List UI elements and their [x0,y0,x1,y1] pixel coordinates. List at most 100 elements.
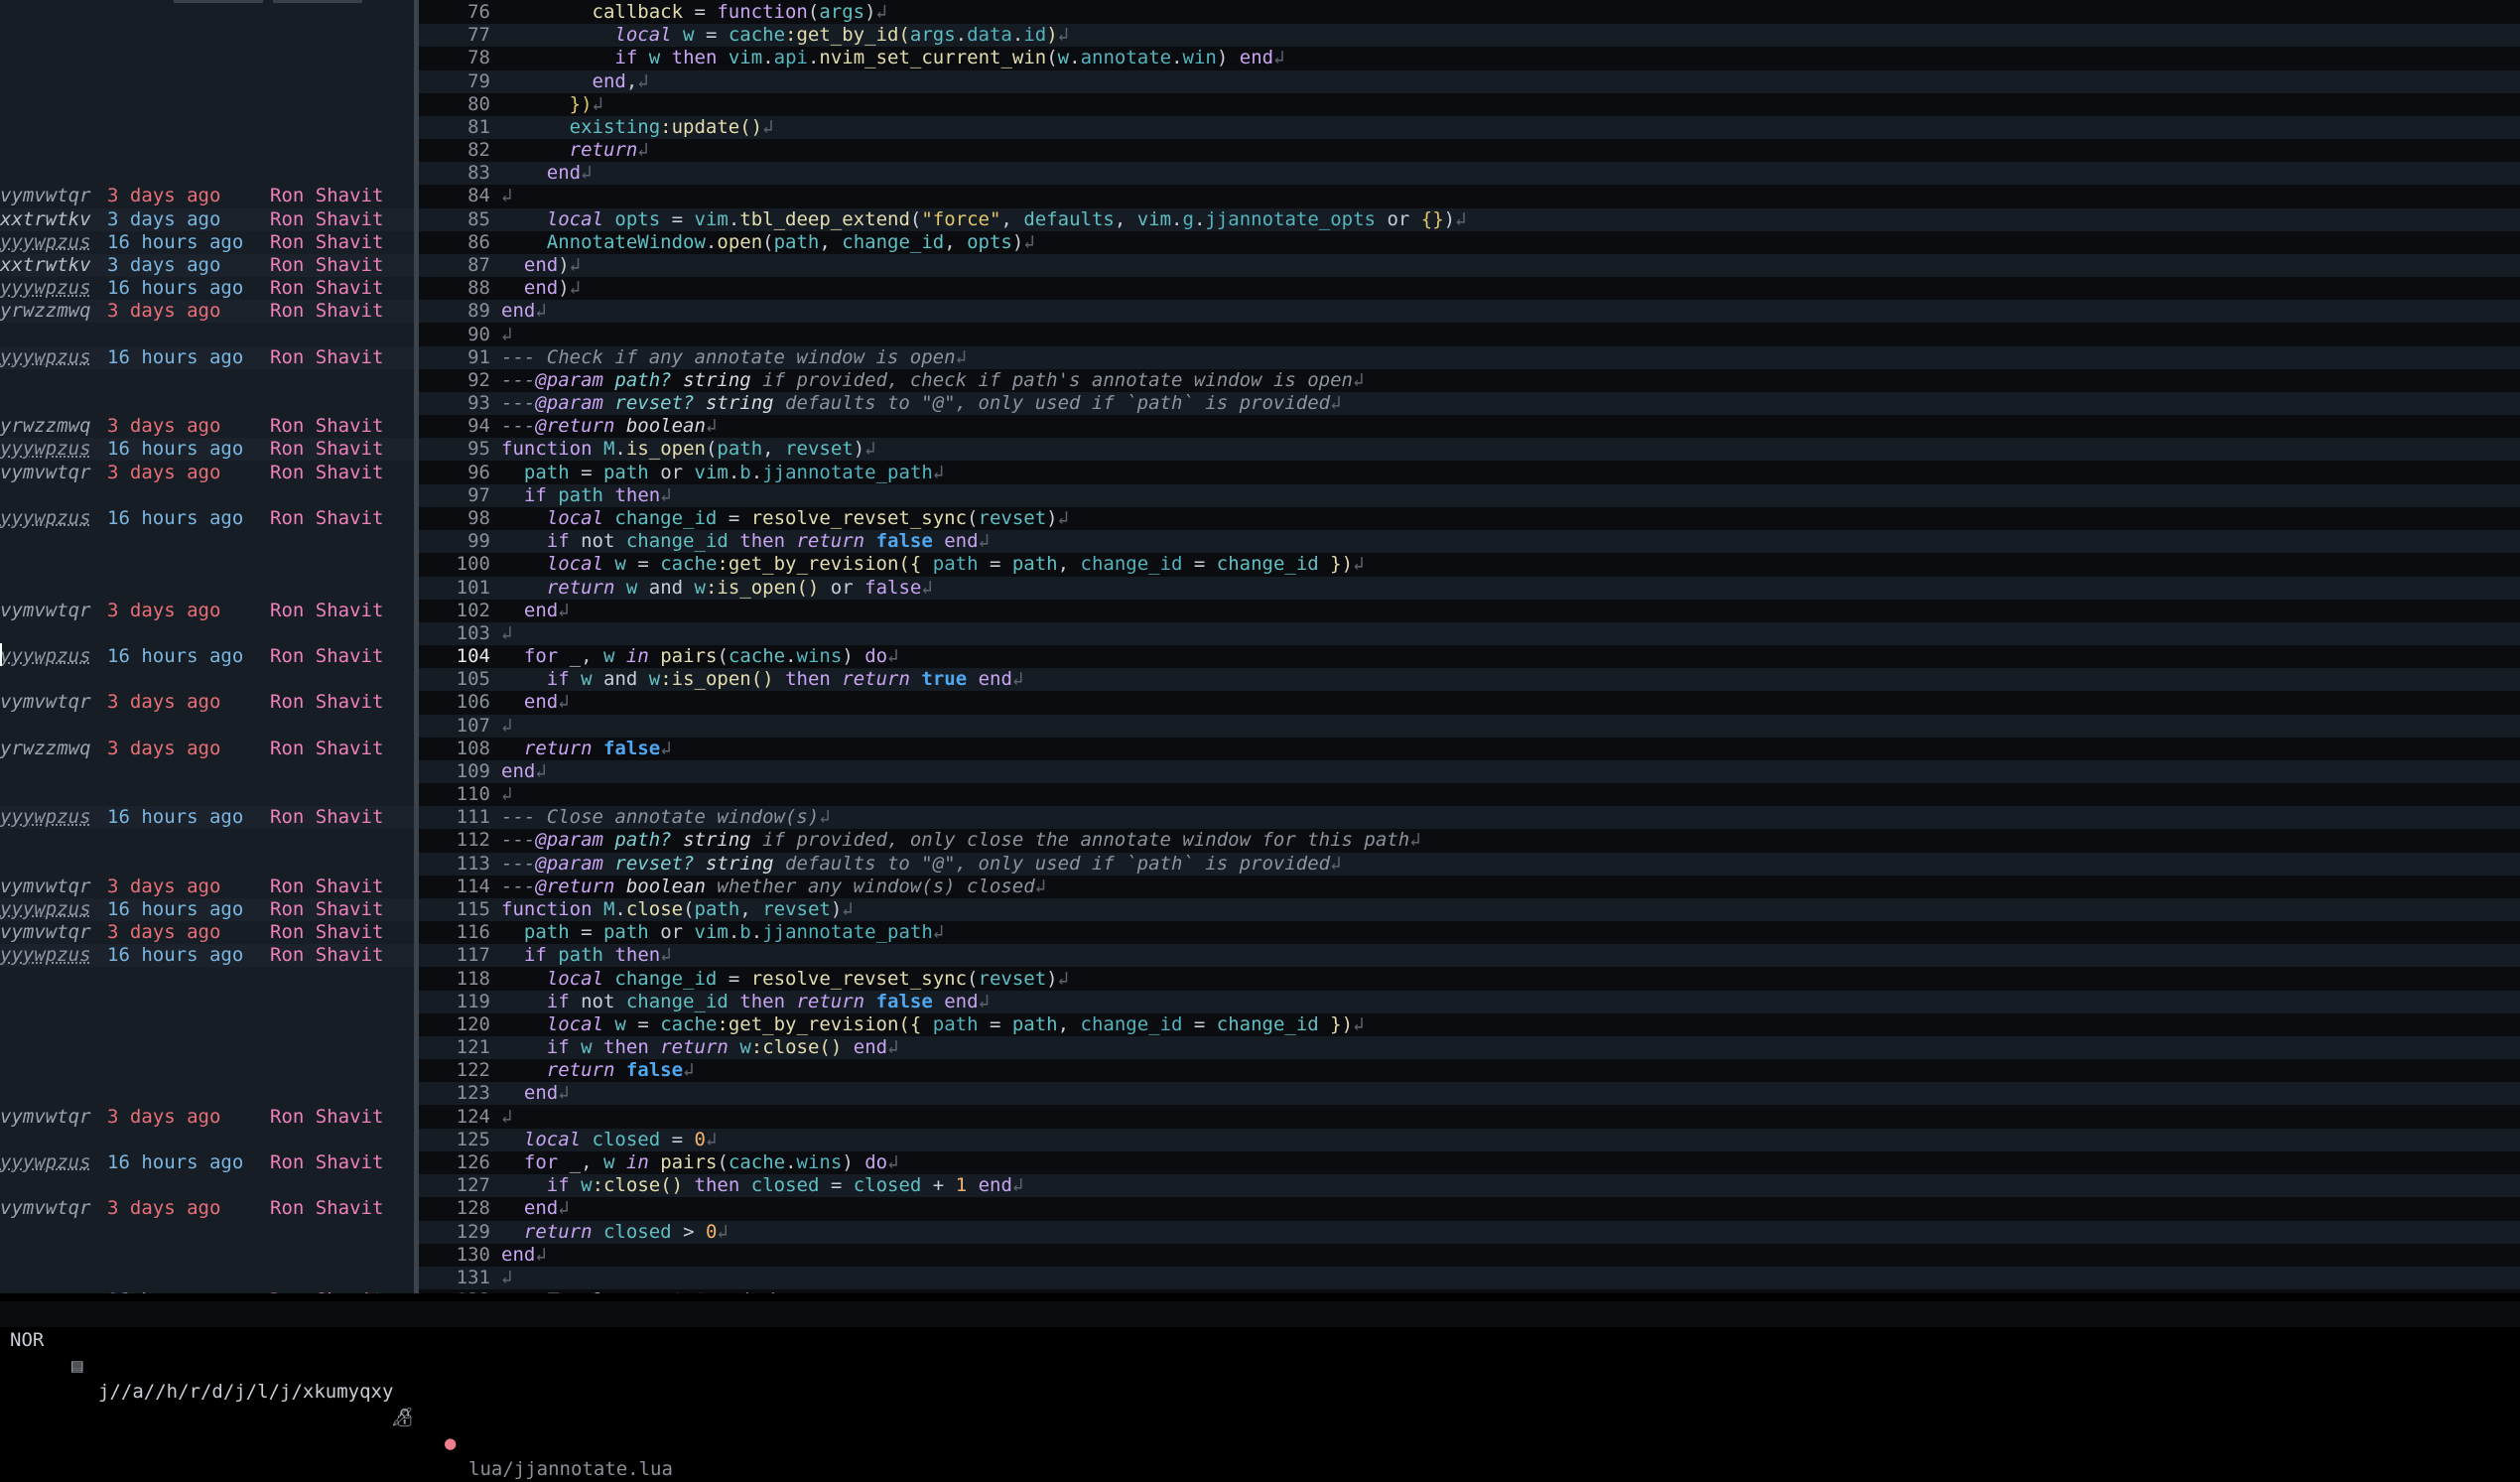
code-line[interactable]: 84 ↲ [419,185,2520,207]
code-line[interactable]: 118 local change_id = resolve_revset_syn… [419,968,2520,991]
code-line[interactable]: 122 return false↲ [419,1059,2520,1082]
code-line[interactable]: 129 return closed > 0↲ [419,1220,2520,1244]
code-token: closed [592,1128,661,1150]
annotation-pane[interactable]: vymvwtqr 3 days ago Ron Shavit xxtrwtkv 3 da… [0,0,414,1293]
code-line[interactable]: 119 if not change_id then return false e… [419,990,2520,1013]
code-line[interactable]: 96 path = path or vim.b.jjannotate_path↲ [419,462,2520,484]
code-line[interactable]: 95 function M.is_open(path, revset)↲ [419,438,2520,462]
code-line[interactable]: 93 ---@param revset? string defaults to "… [419,392,2520,416]
newline-marker: ↲ [955,345,968,368]
code-line[interactable]: 100 local w = cache:get_by_revision({ pa… [419,553,2520,576]
commit-age: 3 days ago [107,875,221,897]
newline-marker: ↲ [1353,553,1365,576]
annotation-row[interactable]: yyywpzus 16 hours ago Ron Shavit [0,898,414,922]
line-number: 106 [456,691,490,714]
code-line[interactable]: 103 ↲ [419,621,2520,645]
code-line[interactable]: 105 if w and w:is_open() then return tru… [419,668,2520,692]
code-line[interactable]: 91 --- Check if any annotate window is op… [419,345,2520,369]
annotation-row[interactable]: yyywpzus 16 hours ago Ron Shavit [0,438,414,462]
annotation-row[interactable]: yrwzzmwq 3 days ago Ron Shavit [0,300,414,324]
code-line[interactable]: 131 ↲ [419,1266,2520,1289]
code-line[interactable]: 107 ↲ [419,714,2520,738]
code-line[interactable]: 82 return↲ [419,139,2520,162]
code-line[interactable]: 117 if path then↲ [419,944,2520,968]
code-line[interactable]: 104 for _, w in pairs(cache.wins) do↲ [419,645,2520,668]
line-number: 129 [456,1220,490,1243]
annotation-row[interactable]: xxtrwtkv 3 days ago Ron Shavit [0,207,414,231]
annotation-row[interactable]: yyywpzus 16 hours ago Ron Shavit [0,507,414,530]
annotation-row[interactable]: yrwzzmwq 3 days ago Ron Shavit [0,415,414,438]
line-number: 107 [456,714,490,737]
annotation-row[interactable]: yyywpzus 16 hours ago Ron Shavit [0,645,414,668]
code-line[interactable]: 116 path = path or vim.b.jjannotate_path… [419,921,2520,944]
code-line[interactable]: 114 ---@return boolean whether any window… [419,876,2520,898]
annotation-row[interactable]: yyywpzus 16 hours ago Ron Shavit [0,944,414,968]
code-line[interactable]: 113 ---@param revset? string defaults to … [419,852,2520,876]
code-line[interactable]: 78 if w then vim.api.nvim_set_current_wi… [419,47,2520,69]
code-token: if provided, only close the annotate win… [750,829,1410,852]
code-line[interactable]: 79 end,↲ [419,69,2520,93]
code-token: --- Check if any annotate window is open [501,345,956,368]
code-line[interactable]: 121 if w then return w:close() end↲ [419,1036,2520,1060]
code-line[interactable]: 88 end)↲ [419,277,2520,300]
newline-marker: ↲ [569,277,582,300]
annotation-row[interactable]: xxtrwtkv 3 days ago Ron Shavit [0,253,414,277]
annotation-row[interactable]: vymvwtqr 3 days ago Ron Shavit [0,462,414,484]
code-line[interactable]: 83 end↲ [419,162,2520,186]
code-line[interactable]: 94 ---@return boolean↲ [419,415,2520,438]
code-line[interactable]: 86 AnnotateWindow.open(path, change_id, … [419,231,2520,254]
annotation-row[interactable]: yrwzzmwq 3 days ago Ron Shavit [0,738,414,760]
code-editor[interactable]: 76 callback = function(args)↲ 77 local w … [419,0,2520,1293]
annotation-row[interactable]: vymvwtqr 3 days ago Ron Shavit [0,1197,414,1220]
annotation-row[interactable]: yyywpzus 16 hours ago Ron Shavit [0,231,414,254]
commit-author: Ron Shavit [270,506,384,529]
code-line[interactable]: 101 return w and w:is_open() or false↲ [419,576,2520,600]
annotation-row[interactable]: yyywpzus 16 hours ago Ron Shavit [0,1151,414,1174]
code-line[interactable]: 115 function M.close(path, revset)↲ [419,898,2520,922]
annotation-row[interactable]: yyywpzus 16 hours ago Ron Shavit [0,806,414,830]
code-line[interactable]: 130 end↲ [419,1244,2520,1267]
code-line[interactable]: 102 end↲ [419,600,2520,622]
code-line[interactable]: 77 local w = cache:get_by_id(args.data.i… [419,24,2520,48]
code-token: revset [785,438,854,461]
code-line[interactable]: 85 local opts = vim.tbl_deep_extend("for… [419,207,2520,231]
code-line[interactable]: 80 })↲ [419,93,2520,116]
annotation-row[interactable]: vymvwtqr 3 days ago Ron Shavit [0,921,414,944]
code-line[interactable]: 87 end)↲ [419,253,2520,277]
code-line[interactable]: 97 if path then↲ [419,483,2520,507]
code-token: --- [501,852,536,875]
annotation-row[interactable]: yyywpzus 16 hours ago Ron Shavit [0,345,414,369]
code-line[interactable]: 127 if w:close() then closed = closed + … [419,1174,2520,1198]
code-token: @param [535,368,603,391]
code-line[interactable]: 108 return false↲ [419,738,2520,760]
annotation-row[interactable]: vymvwtqr 3 days ago Ron Shavit [0,185,414,207]
code-line[interactable]: 81 existing:update()↲ [419,115,2520,139]
code-line[interactable]: 124 ↲ [419,1106,2520,1129]
code-line[interactable]: 125 local closed = 0↲ [419,1128,2520,1151]
annotation-row[interactable]: yyywpzus 16 hours ago Ron Shavit [0,277,414,300]
code-line[interactable]: 109 end↲ [419,759,2520,783]
code-line[interactable]: 76 callback = function(args)↲ [419,1,2520,24]
code-line[interactable]: 90 ↲ [419,324,2520,346]
code-line[interactable]: 111 --- Close annotate window(s)↲ [419,806,2520,830]
code-line[interactable]: 112 ---@param path? string if provided, o… [419,829,2520,852]
code-line[interactable]: 128 end↲ [419,1197,2520,1220]
code-line[interactable]: 110 ↲ [419,783,2520,806]
code-line[interactable]: 106 end↲ [419,691,2520,714]
code-line[interactable]: 99 if not change_id then return false en… [419,530,2520,554]
annotation-row[interactable]: vymvwtqr 3 days ago Ron Shavit [0,600,414,622]
annotation-row[interactable]: vymvwtqr 3 days ago Ron Shavit [0,691,414,714]
code-line[interactable]: 126 for _, w in pairs(cache.wins) do↲ [419,1151,2520,1174]
code-line[interactable]: 123 end↲ [419,1082,2520,1106]
code-line[interactable]: 98 local change_id = resolve_revset_sync… [419,507,2520,530]
line-number: 97 [467,483,490,506]
code-line[interactable]: 92 ---@param path? string if provided, ch… [419,369,2520,392]
annotation-row[interactable]: yyywpzus 16 hours ago Ron Shavit [0,1289,414,1293]
code-line[interactable]: 89 end↲ [419,300,2520,324]
annotation-row[interactable]: vymvwtqr 3 days ago Ron Shavit [0,876,414,898]
code-line[interactable]: 120 local w = cache:get_by_revision({ pa… [419,1013,2520,1036]
code-line[interactable]: 132 --- Toggle annotate window↲ [419,1289,2520,1293]
annotation-row[interactable]: vymvwtqr 3 days ago Ron Shavit [0,1106,414,1129]
